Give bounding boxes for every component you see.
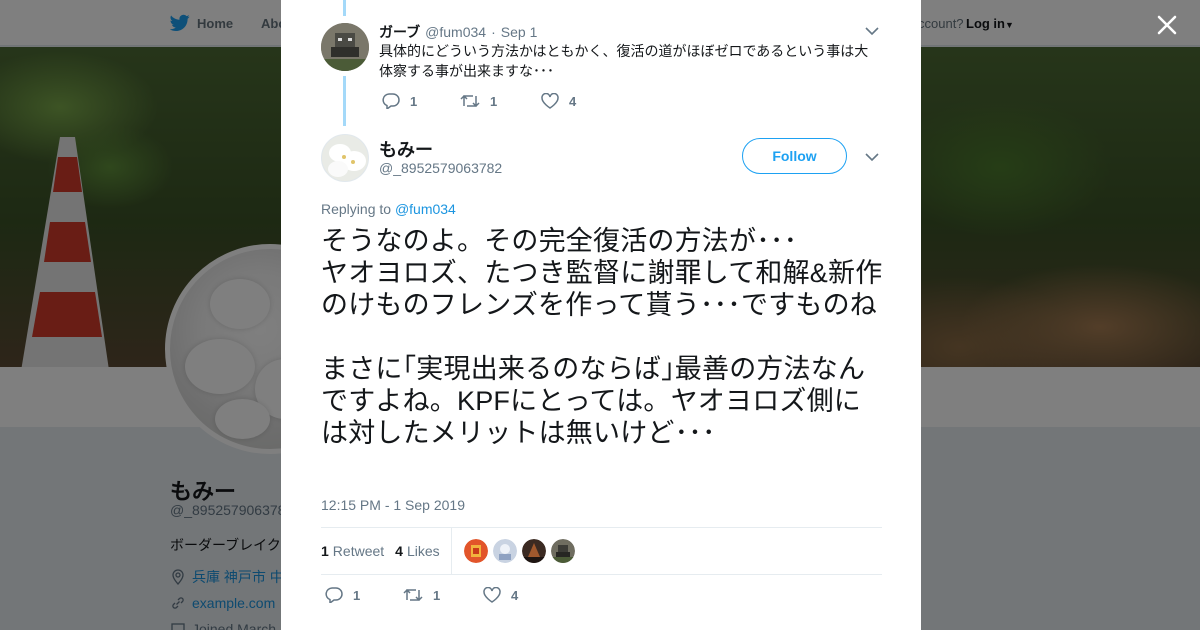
likes-stat-label: Likes: [406, 542, 440, 559]
parent-author-handle[interactable]: @fum034: [425, 24, 486, 40]
main-author-handle[interactable]: @_8952579063782: [379, 160, 502, 176]
main-tweet-text: そうなのよ。その完全復活の方法が･･･ ヤオヨロズ、たつき監督に謝罪して和解&新…: [321, 226, 883, 448]
follow-button[interactable]: Follow: [742, 138, 847, 174]
main-tweet-avatar[interactable]: [321, 134, 369, 182]
parent-tweet-text: 具体的にどういう方法かはともかく、復活の道がほぼゼロであるという事は大体察する事…: [379, 43, 869, 79]
parent-author-name[interactable]: ガーブ: [379, 22, 420, 42]
reply-count: 1: [353, 587, 361, 603]
heart-icon: [541, 93, 559, 109]
reply-button[interactable]: 1: [325, 587, 403, 603]
reply-icon: [325, 587, 343, 603]
like-count: 4: [511, 587, 519, 603]
liker-avatar[interactable]: [521, 538, 546, 563]
thread-line-top: [343, 0, 346, 16]
tweet-modal: ガーブ @fum034 · Sep 1 具体的にどういう方法かはともかく、復活の…: [281, 0, 921, 630]
reply-count: 1: [410, 93, 418, 109]
orchid-avatar-image: [322, 135, 368, 181]
retweet-stat-count: 1: [321, 542, 329, 559]
liker-avatar[interactable]: [492, 538, 517, 563]
reply-icon: [382, 93, 400, 109]
like-count: 4: [569, 93, 577, 109]
retweet-stat[interactable]: 1 Retweet: [321, 543, 384, 559]
liker-avatars: [463, 538, 575, 563]
replying-to-label: Replying to: [321, 201, 392, 217]
separator-dot: ·: [491, 24, 496, 40]
divider: [321, 574, 882, 575]
main-author-name[interactable]: もみー: [379, 136, 433, 162]
close-icon[interactable]: [1154, 12, 1180, 38]
like-button[interactable]: 4: [483, 587, 518, 603]
retweet-button[interactable]: 1: [403, 587, 483, 603]
retweet-count: 1: [490, 93, 498, 109]
reply-button[interactable]: 1: [382, 93, 460, 109]
liker-avatar[interactable]: [550, 538, 575, 563]
parent-tweet-date[interactable]: Sep 1: [501, 24, 538, 40]
parent-tweet-actions: 1 1 4: [382, 93, 576, 109]
liker-avatar[interactable]: [463, 538, 488, 563]
heart-icon: [483, 587, 501, 603]
retweet-stat-label: Retweet: [332, 542, 385, 559]
stats-separator: [450, 527, 452, 574]
parent-tweet-avatar[interactable]: [321, 23, 369, 71]
retweet-button[interactable]: 1: [460, 93, 541, 109]
likes-stat-count: 4: [395, 542, 403, 559]
like-button[interactable]: 4: [541, 93, 576, 109]
replying-to-handle-link[interactable]: @fum034: [395, 201, 456, 217]
main-tweet-menu-chevron-icon[interactable]: [865, 152, 879, 162]
retweet-icon: [403, 588, 423, 602]
tweet-timestamp[interactable]: 12:15 PM - 1 Sep 2019: [321, 497, 465, 513]
parent-tweet-menu-chevron-icon[interactable]: [865, 26, 879, 36]
main-tweet-actions: 1 1 4: [325, 587, 518, 603]
thread-line-bottom: [343, 76, 346, 126]
retweet-count: 1: [433, 587, 441, 603]
replying-to: Replying to @fum034: [321, 201, 456, 217]
tweet-stats: 1 Retweet 4 Likes: [321, 527, 575, 574]
likes-stat[interactable]: 4 Likes: [395, 543, 439, 559]
parent-tweet-header: ガーブ @fum034 · Sep 1: [379, 22, 537, 42]
robot-avatar-image: [321, 23, 369, 71]
retweet-icon: [460, 94, 480, 108]
